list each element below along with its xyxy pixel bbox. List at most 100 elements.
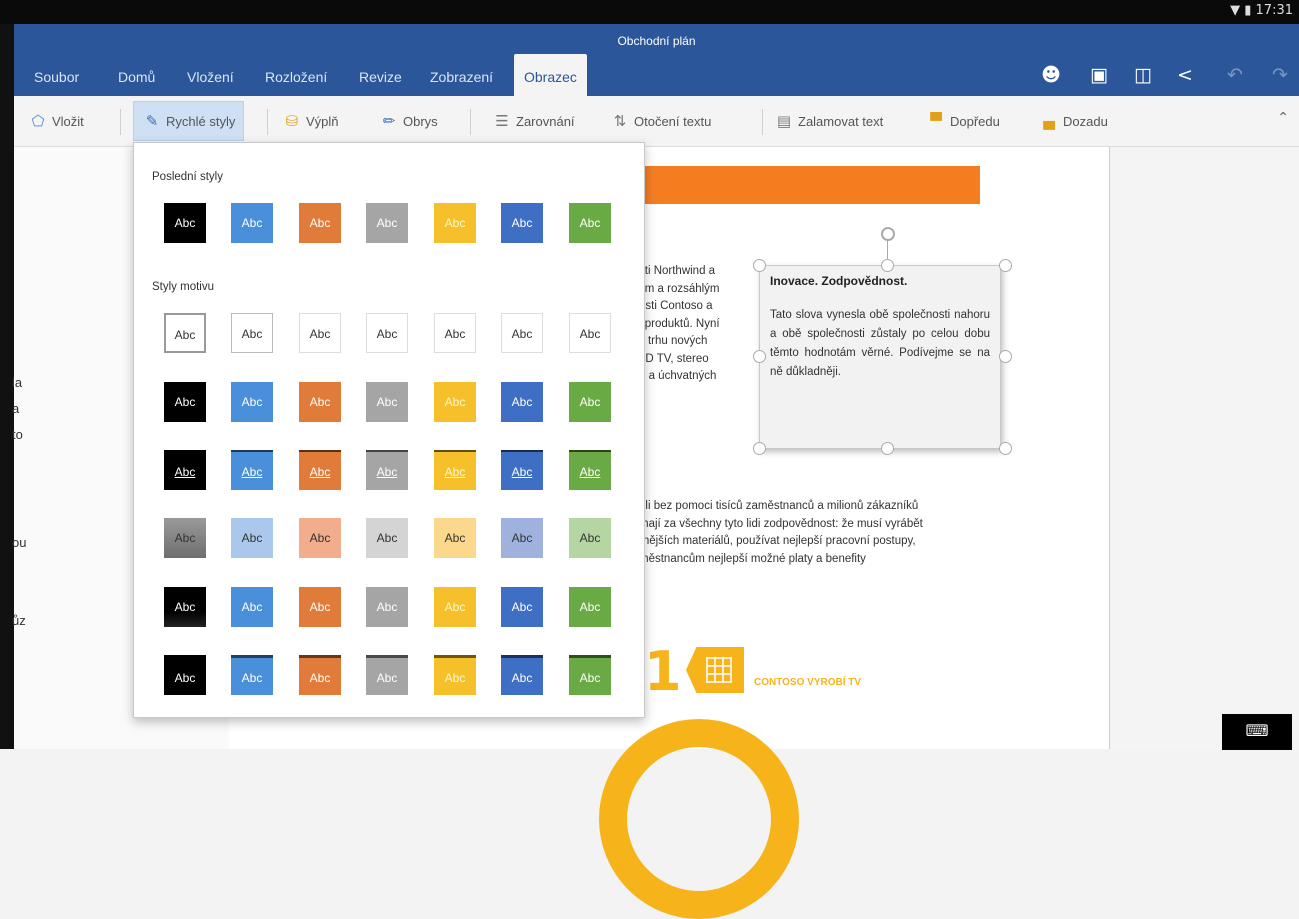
style-swatch[interactable]: Abc	[501, 382, 543, 422]
style-swatch[interactable]: Abc	[164, 313, 206, 353]
bring-forward-button[interactable]: ▀ Dopředu	[926, 106, 1000, 136]
style-swatch[interactable]: Abc	[569, 313, 611, 353]
style-swatch[interactable]: Abc	[366, 203, 408, 243]
style-swatch[interactable]: Abc	[164, 382, 206, 422]
rotation-handle[interactable]	[881, 227, 895, 241]
resize-handle[interactable]	[753, 442, 766, 455]
style-swatch[interactable]: Abc	[231, 587, 273, 627]
style-swatch[interactable]: Abc	[501, 587, 543, 627]
style-swatch[interactable]: Abc	[164, 655, 206, 695]
rotate-text-label: Otočení textu	[634, 114, 712, 129]
style-swatch[interactable]: Abc	[164, 203, 206, 243]
infographic-arc	[599, 719, 799, 919]
right-margin	[1110, 147, 1299, 749]
text-line: v trhu nových	[639, 335, 708, 347]
smiley-icon[interactable]: ☻	[1040, 64, 1062, 86]
style-swatch[interactable]: Abc	[231, 382, 273, 422]
style-swatch[interactable]: Abc	[434, 655, 476, 695]
divider	[267, 109, 268, 135]
style-swatch[interactable]: Abc	[434, 313, 476, 353]
style-swatch[interactable]: Abc	[569, 203, 611, 243]
style-swatch[interactable]: Abc	[299, 203, 341, 243]
style-swatch[interactable]: Abc	[231, 450, 273, 490]
style-swatch[interactable]: Abc	[434, 203, 476, 243]
resize-handle[interactable]	[753, 350, 766, 363]
style-swatch[interactable]: Abc	[366, 313, 408, 353]
text-line: městnancům nejlepší možné platy a benefi…	[639, 552, 866, 565]
style-swatch[interactable]: Abc	[231, 313, 273, 353]
reading-view-icon[interactable]: ◫	[1132, 64, 1154, 86]
style-swatch[interactable]: Abc	[299, 587, 341, 627]
style-swatch[interactable]: Abc	[569, 587, 611, 627]
style-swatch[interactable]: Abc	[231, 203, 273, 243]
building-windows	[706, 657, 732, 683]
fill-label: Výplň	[306, 114, 339, 129]
text-line: ým a rozsáhlým	[639, 282, 720, 295]
style-swatch[interactable]: Abc	[501, 655, 543, 695]
document-title: Obchodní plán	[617, 34, 696, 48]
resize-handle[interactable]	[881, 442, 894, 455]
style-swatch[interactable]: Abc	[569, 382, 611, 422]
style-swatch[interactable]: Abc	[366, 587, 408, 627]
style-swatch[interactable]: Abc	[501, 203, 543, 243]
style-swatch[interactable]: Abc	[164, 587, 206, 627]
redo-icon[interactable]: ↷	[1269, 64, 1291, 86]
tab-domu[interactable]: Domů	[118, 54, 155, 96]
style-swatch[interactable]: Abc	[434, 518, 476, 558]
tab-rozlozeni[interactable]: Rozložení	[265, 54, 327, 96]
style-swatch[interactable]: Abc	[231, 655, 273, 695]
selected-text-box[interactable]: Inovace. Zodpovědnost. Tato slova vynesl…	[759, 265, 1001, 449]
style-swatch[interactable]: Abc	[366, 655, 408, 695]
style-swatch[interactable]: Abc	[366, 518, 408, 558]
style-swatch[interactable]: Abc	[434, 450, 476, 490]
recent-styles-header: Poslední styly	[152, 171, 223, 183]
wrap-text-icon: ▤	[776, 112, 792, 130]
style-swatch[interactable]: Abc	[434, 382, 476, 422]
align-button[interactable]: ☰ Zarovnání	[492, 106, 574, 136]
style-swatch[interactable]: Abc	[501, 518, 543, 558]
style-swatch[interactable]: Abc	[501, 450, 543, 490]
style-swatch[interactable]: Abc	[164, 450, 206, 490]
style-swatch[interactable]: Abc	[569, 450, 611, 490]
title-bar: Obchodní plán	[14, 24, 1299, 54]
quick-styles-button[interactable]: ✎ Rychlé styly	[133, 101, 245, 141]
style-swatch[interactable]: Abc	[366, 450, 408, 490]
style-swatch[interactable]: Abc	[164, 518, 206, 558]
rotate-text-button[interactable]: ⇅ Otočení textu	[610, 106, 712, 136]
style-swatch[interactable]: Abc	[569, 655, 611, 695]
undo-icon[interactable]: ↶	[1224, 64, 1246, 86]
outline-button[interactable]: ✏ Obrys	[379, 106, 438, 136]
style-swatch[interactable]: Abc	[299, 382, 341, 422]
tab-zobrazeni[interactable]: Zobrazení	[430, 54, 493, 96]
resize-handle[interactable]	[753, 259, 766, 272]
resize-handle[interactable]	[999, 350, 1012, 363]
tab-obrazec[interactable]: Obrazec	[514, 54, 587, 96]
save-icon[interactable]: ▣	[1088, 64, 1110, 86]
style-swatch[interactable]: Abc	[231, 518, 273, 558]
keyboard-icon[interactable]: ⌨	[1222, 714, 1292, 750]
style-swatch[interactable]: Abc	[299, 655, 341, 695]
insert-shape-button[interactable]: ⬠ Vložit	[28, 106, 83, 136]
tab-vlozeni[interactable]: Vložení	[187, 54, 234, 96]
style-swatch[interactable]: Abc	[569, 518, 611, 558]
wrap-text-button[interactable]: ▤ Zalamovat text	[774, 106, 883, 136]
infographic-number: 1	[644, 640, 682, 703]
wifi-icon: ▼	[1230, 3, 1241, 18]
share-icon[interactable]: <	[1174, 64, 1196, 86]
send-backward-button[interactable]: ▄ Dozadu	[1039, 106, 1108, 136]
tab-soubor[interactable]: Soubor	[34, 54, 79, 96]
style-swatch[interactable]: Abc	[299, 313, 341, 353]
resize-handle[interactable]	[881, 259, 894, 272]
collapse-ribbon-icon[interactable]: ⌃	[1277, 110, 1289, 126]
tab-revize[interactable]: Revize	[359, 54, 402, 96]
style-swatch[interactable]: Abc	[366, 382, 408, 422]
style-swatch[interactable]: Abc	[299, 518, 341, 558]
divider	[470, 109, 471, 135]
divider	[762, 109, 763, 135]
fill-button[interactable]: ⛁ Výplň	[282, 106, 339, 136]
resize-handle[interactable]	[999, 259, 1012, 272]
style-swatch[interactable]: Abc	[434, 587, 476, 627]
style-swatch[interactable]: Abc	[501, 313, 543, 353]
style-swatch[interactable]: Abc	[299, 450, 341, 490]
resize-handle[interactable]	[999, 442, 1012, 455]
